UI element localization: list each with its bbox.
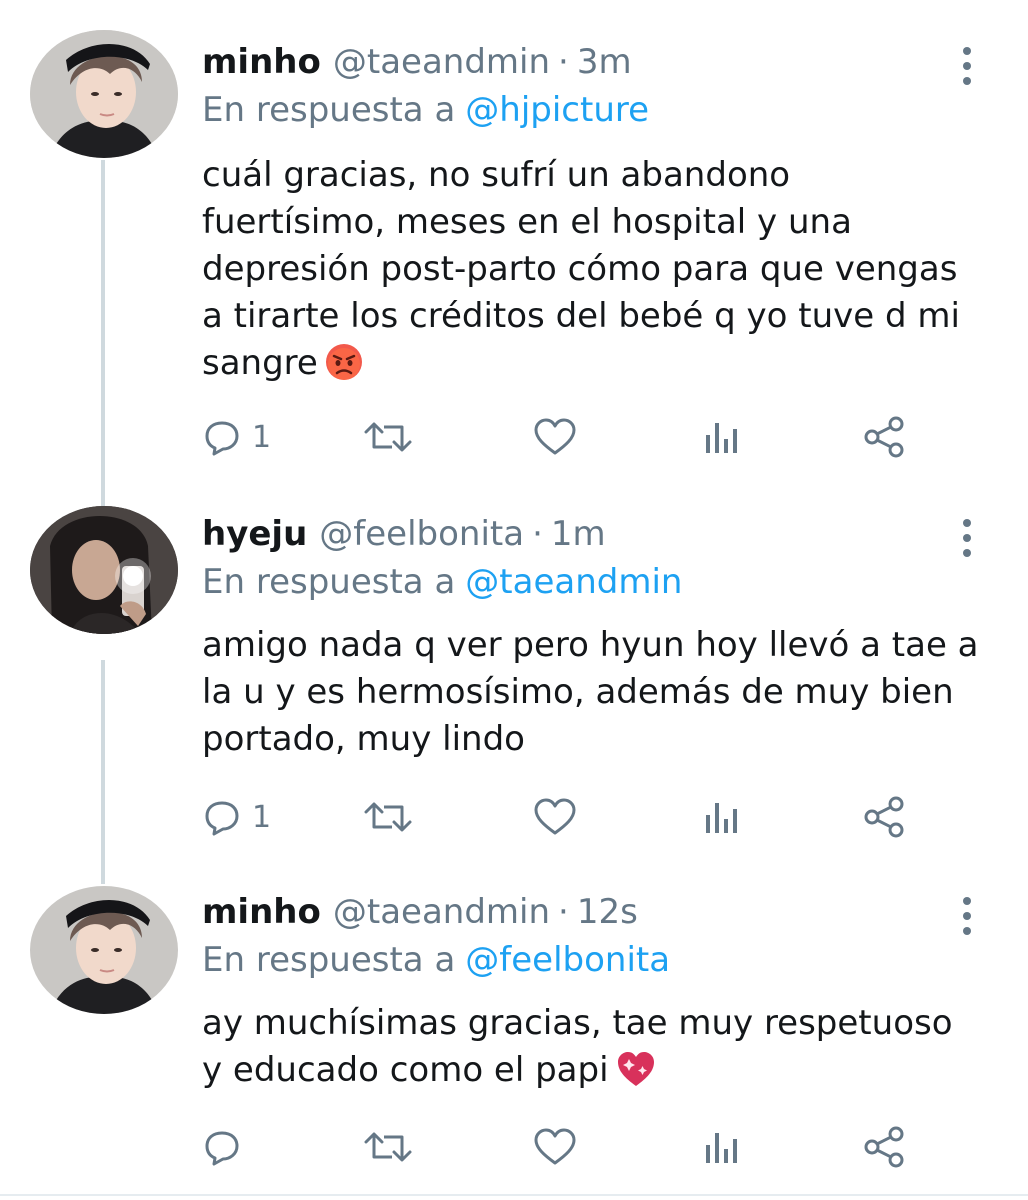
share-button[interactable] <box>862 794 906 840</box>
tweet-actions: 1 <box>200 414 940 460</box>
analytics-button[interactable] <box>702 794 742 840</box>
tweet-text-content: ay muchísimas gracias, tae muy respetuos… <box>202 1003 953 1090</box>
reply-count: 1 <box>252 419 272 455</box>
avatar[interactable] <box>30 506 178 634</box>
retweet-icon <box>364 1132 412 1162</box>
analytics-icon <box>706 423 737 453</box>
reply-button[interactable]: 1 <box>202 414 271 460</box>
user-handle[interactable]: @feelbonita <box>319 514 524 554</box>
reply-prefix: En respuesta a <box>202 562 456 602</box>
analytics-button[interactable] <box>702 414 742 460</box>
avatar[interactable] <box>30 886 178 1014</box>
reply-context: En respuesta a @taeandmin <box>202 562 682 602</box>
tweet-actions: 1 <box>200 794 940 840</box>
tweet-text: cuál gracias, no sufrí un abandono fuert… <box>202 152 1002 395</box>
share-button[interactable] <box>862 1124 906 1170</box>
separator-dot: · <box>558 892 569 932</box>
reply-mention-link[interactable]: @feelbonita <box>465 940 670 980</box>
sparkling-heart-emoji <box>615 1049 657 1102</box>
share-icon <box>864 416 904 458</box>
tweet-actions <box>200 1124 940 1170</box>
reply-context: En respuesta a @feelbonita <box>202 940 670 980</box>
share-icon <box>864 796 904 838</box>
tweet-text-content: amigo nada q ver pero hyun hoy llevó a t… <box>202 625 979 759</box>
user-name[interactable]: hyeju <box>202 514 307 554</box>
retweet-button[interactable] <box>362 414 414 460</box>
reply-mention-link[interactable]: @taeandmin <box>465 562 682 602</box>
angry-face-emoji <box>324 342 364 395</box>
tweet-header: minho @taeandmin · 3m <box>202 42 632 90</box>
separator-dot: · <box>532 514 543 554</box>
reply-button[interactable]: 1 <box>202 794 271 840</box>
analytics-icon <box>706 803 737 833</box>
tweet[interactable]: minho @taeandmin · 12s En respuesta a @fe… <box>0 870 1028 1194</box>
separator-dot: · <box>558 42 569 82</box>
like-icon <box>534 798 576 835</box>
reply-prefix: En respuesta a <box>202 940 456 980</box>
user-handle[interactable]: @taeandmin <box>333 892 550 932</box>
retweet-button[interactable] <box>362 794 414 840</box>
more-icon[interactable] <box>952 894 982 935</box>
avatar[interactable] <box>30 30 178 158</box>
user-name[interactable]: minho <box>202 42 321 82</box>
more-icon[interactable] <box>952 516 982 557</box>
reply-button[interactable] <box>202 1124 252 1170</box>
reply-icon <box>205 421 239 456</box>
timestamp[interactable]: 3m <box>577 42 632 82</box>
reply-count: 1 <box>252 799 272 835</box>
analytics-icon <box>706 1133 737 1163</box>
reply-prefix: En respuesta a <box>202 90 456 130</box>
like-icon <box>534 1128 576 1165</box>
retweet-button[interactable] <box>362 1124 414 1170</box>
like-button[interactable] <box>532 1124 578 1170</box>
reply-icon <box>205 1131 239 1166</box>
user-handle[interactable]: @taeandmin <box>333 42 550 82</box>
like-button[interactable] <box>532 414 578 460</box>
tweet[interactable]: minho @taeandmin · 3m En respuesta a @hjp… <box>0 0 1028 490</box>
reply-mention-link[interactable]: @hjpicture <box>465 90 649 130</box>
tweet-header: hyeju @feelbonita · 1m <box>202 514 606 562</box>
tweet[interactable]: hyeju @feelbonita · 1m En respuesta a @ta… <box>0 490 1028 870</box>
share-icon <box>864 1126 904 1168</box>
tweet-text-content: cuál gracias, no sufrí un abandono fuert… <box>202 155 960 383</box>
tweet-text: amigo nada q ver pero hyun hoy llevó a t… <box>202 622 1002 763</box>
timestamp[interactable]: 12s <box>577 892 638 932</box>
like-icon <box>534 418 576 455</box>
share-button[interactable] <box>862 414 906 460</box>
reply-icon <box>205 801 239 836</box>
bottom-divider <box>0 1194 1028 1196</box>
reply-context: En respuesta a @hjpicture <box>202 90 649 130</box>
analytics-button[interactable] <box>702 1124 742 1170</box>
user-name[interactable]: minho <box>202 892 321 932</box>
tweet-header: minho @taeandmin · 12s <box>202 892 638 940</box>
retweet-icon <box>364 802 412 832</box>
retweet-icon <box>364 422 412 452</box>
timestamp[interactable]: 1m <box>551 514 606 554</box>
like-button[interactable] <box>532 794 578 840</box>
tweet-text: ay muchísimas gracias, tae muy respetuos… <box>202 1000 1002 1102</box>
more-icon[interactable] <box>952 44 982 85</box>
